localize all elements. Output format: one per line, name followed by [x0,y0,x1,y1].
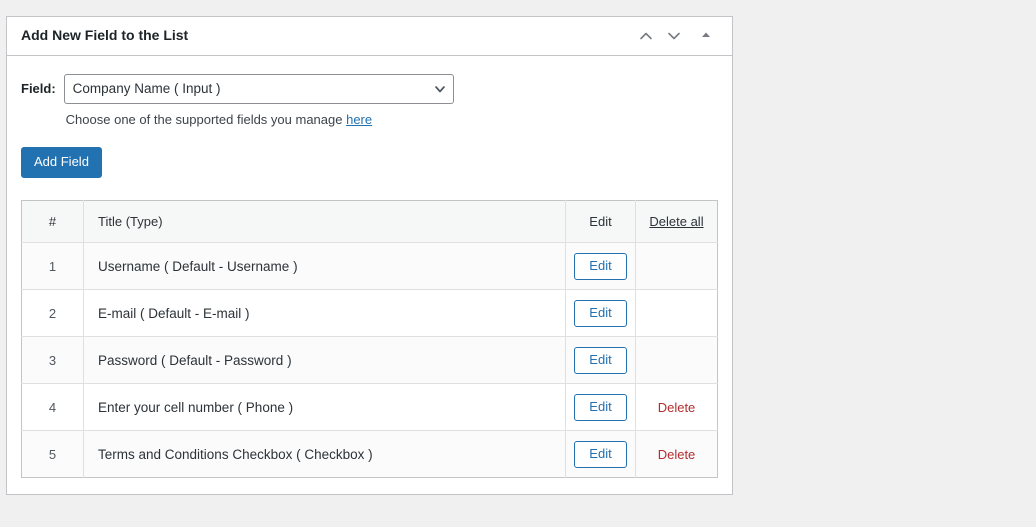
header-number: # [22,201,84,243]
field-help-text: Choose one of the supported fields you m… [64,112,454,127]
add-new-field-panel: Add New Field to the List [6,16,733,495]
row-title: Username ( Default - Username ) [84,243,566,290]
edit-button[interactable]: Edit [574,394,626,421]
row-edit-cell: Edit [566,384,636,431]
row-number: 5 [22,431,84,478]
fields-table-body: 1 Username ( Default - Username ) Edit 2… [22,243,718,478]
chevron-up-icon [638,28,654,44]
row-delete-cell: Delete [636,384,718,431]
fields-table-head: # Title (Type) Edit Delete all [22,201,718,243]
field-control: Company Name ( Input ) Choose one of the… [64,74,454,127]
fields-table: # Title (Type) Edit Delete all 1 U [21,200,718,478]
table-row: 5 Terms and Conditions Checkbox ( Checkb… [22,431,718,478]
edit-button[interactable]: Edit [574,441,626,468]
chevron-down-icon [427,82,453,96]
table-row: 2 E-mail ( Default - E-mail ) Edit [22,290,718,337]
field-select-row: Field: Company Name ( Input ) Choose one… [21,74,718,127]
row-delete-cell: Delete [636,431,718,478]
header-title-label: Title (Type) [84,214,565,229]
header-number-label: # [49,214,56,229]
row-delete-cell [636,337,718,384]
row-title: Enter your cell number ( Phone ) [84,384,566,431]
table-header-row: # Title (Type) Edit Delete all [22,201,718,243]
edit-button[interactable]: Edit [574,347,626,374]
row-edit-cell: Edit [566,243,636,290]
row-delete-cell [636,243,718,290]
edit-button[interactable]: Edit [574,300,626,327]
supported-fields-link[interactable]: here [346,112,372,127]
table-row: 3 Password ( Default - Password ) Edit [22,337,718,384]
field-help-text-label: Choose one of the supported fields you m… [66,112,346,127]
header-edit-label: Edit [589,214,611,229]
triangle-up-icon [700,29,712,44]
row-title: Password ( Default - Password ) [84,337,566,384]
field-label: Field: [21,74,64,104]
delete-link[interactable]: Delete [658,400,696,415]
move-up-button[interactable] [632,22,660,50]
header-edit: Edit [566,201,636,243]
row-edit-cell: Edit [566,290,636,337]
row-number: 1 [22,243,84,290]
header-delete-all: Delete all [636,201,718,243]
toggle-panel-button[interactable] [692,22,720,50]
row-delete-cell [636,290,718,337]
panel-body: Field: Company Name ( Input ) Choose one… [7,56,732,494]
row-edit-cell: Edit [566,431,636,478]
field-select[interactable]: Company Name ( Input ) [64,74,454,104]
table-row: 4 Enter your cell number ( Phone ) Edit … [22,384,718,431]
row-edit-cell: Edit [566,337,636,384]
row-number: 2 [22,290,84,337]
delete-link[interactable]: Delete [658,447,696,462]
panel-header-actions [632,22,720,50]
edit-button[interactable]: Edit [574,253,626,280]
row-title: Terms and Conditions Checkbox ( Checkbox… [84,431,566,478]
row-number: 3 [22,337,84,384]
header-title: Title (Type) [84,201,566,243]
add-field-button[interactable]: Add Field [21,147,102,178]
chevron-down-icon [666,28,682,44]
field-select-value: Company Name ( Input ) [65,75,427,103]
panel-header: Add New Field to the List [7,17,732,56]
row-title: E-mail ( Default - E-mail ) [84,290,566,337]
page-title: Add New Field to the List [21,26,632,46]
delete-all-link[interactable]: Delete all [649,214,703,229]
move-down-button[interactable] [660,22,688,50]
row-number: 4 [22,384,84,431]
table-row: 1 Username ( Default - Username ) Edit [22,243,718,290]
